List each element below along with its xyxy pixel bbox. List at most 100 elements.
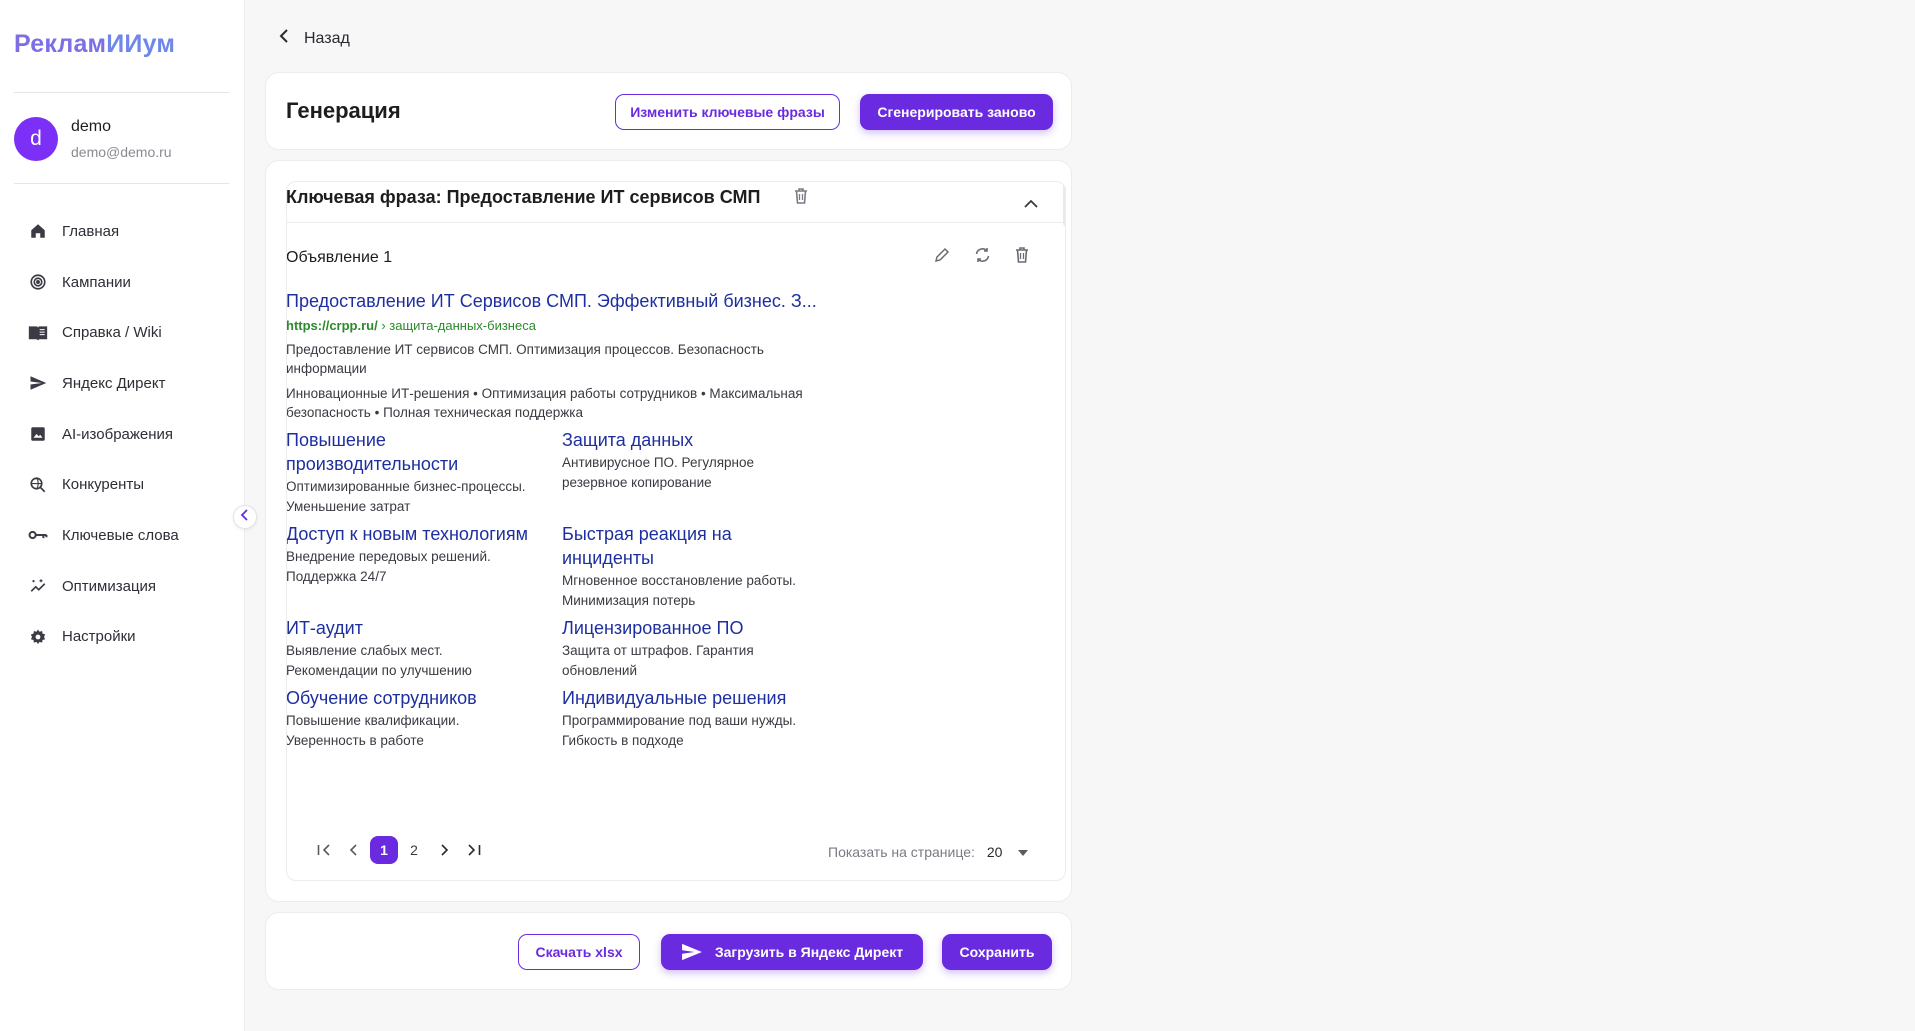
sidebar-item-ai-images[interactable]: AI-изображения (28, 409, 179, 460)
sitelink[interactable]: Индивидуальные решения Программирование … (562, 686, 832, 750)
sitelink[interactable]: Быстрая реакция на инциденты Мгновенное … (562, 522, 832, 610)
ad-text-line: безопасность • Полная техническая поддер… (286, 405, 583, 420)
keyphrase-header[interactable]: Ключевая фраза: Предоставление ИТ сервис… (286, 181, 1066, 223)
upload-label: Загрузить в Яндекс Директ (714, 944, 904, 960)
back-label: Назад (304, 29, 350, 47)
sitelink-desc: резервное копирование (562, 475, 712, 490)
sitelink[interactable]: ИТ-аудит Выявление слабых мест. Рекоменд… (286, 616, 556, 680)
logo-part-a: Реклам (14, 30, 107, 58)
sitelink[interactable]: Защита данных Антивирусное ПО. Регулярно… (562, 428, 832, 492)
app-logo[interactable]: РекламИИум (14, 30, 175, 59)
actions-footer: Скачать xlsx Загрузить в Яндекс Директ С… (265, 912, 1072, 990)
sitelink-desc: Выявление слабых мест. (286, 643, 443, 658)
sitelink[interactable]: Обучение сотрудников Повышение квалифика… (286, 686, 556, 750)
first-page-icon[interactable] (310, 836, 338, 864)
send-icon (681, 943, 703, 961)
ad-extended-text: Инновационные ИТ-решения • Оптимизация р… (286, 384, 834, 422)
edit-keywords-button[interactable]: Изменить ключевые фразы (615, 94, 840, 130)
per-page-select[interactable]: Показать на странице: 20 (828, 843, 1029, 861)
sitelink-desc: Поддержка 24/7 (286, 569, 387, 584)
user-profile[interactable]: d demo demo@demo.ru (14, 117, 172, 161)
generation-header-card: Генерация Изменить ключевые фразы Сгенер… (265, 72, 1072, 150)
sitelink-desc: Программирование под ваши нужды. (562, 713, 797, 728)
sidebar-item-optimization[interactable]: Оптимизация (28, 561, 179, 612)
sidebar-item-campaigns[interactable]: Кампании (28, 257, 179, 308)
ad-url[interactable]: https://crpp.ru/ › защита-данных-бизнеса (286, 318, 536, 333)
per-page-value: 20 (986, 844, 1003, 860)
sitelink-title: Доступ к новым технологиям (286, 524, 528, 544)
regenerate-button[interactable]: Сгенерировать заново (860, 94, 1053, 130)
sparkle-chart-icon (28, 576, 48, 596)
sitelink[interactable]: Доступ к новым технологиям Внедрение пер… (286, 522, 556, 586)
sidebar-item-label: Справка / Wiki (62, 324, 162, 342)
download-xlsx-button[interactable]: Скачать xlsx (518, 934, 640, 970)
sidebar-item-keywords[interactable]: Ключевые слова (28, 510, 179, 561)
home-icon (28, 221, 48, 241)
chevron-up-icon[interactable] (1024, 195, 1038, 213)
sidebar-item-label: AI-изображения (62, 425, 174, 443)
collapse-sidebar-button[interactable] (233, 505, 257, 529)
prev-page-icon[interactable] (340, 836, 368, 864)
user-name: demo (71, 118, 112, 135)
scrollbar-thumb[interactable] (1063, 181, 1066, 227)
ad-text-line: Предоставление ИТ сервисов СМП. Оптимиза… (286, 342, 764, 357)
sidebar-item-settings[interactable]: Настройки (28, 612, 179, 663)
ads-card: Ключевая фраза: Предоставление ИТ сервис… (265, 160, 1072, 902)
sidebar-item-yandex-direct[interactable]: Яндекс Директ (28, 358, 179, 409)
divider (14, 183, 229, 184)
sitelink-title: Защита данных (562, 430, 694, 450)
keyphrase-title: Ключевая фраза: Предоставление ИТ сервис… (286, 187, 761, 207)
logo-part-b: ИИум (106, 30, 176, 58)
sitelink-desc: Мгновенное восстановление работы. (562, 573, 796, 588)
upload-yandex-direct-button[interactable]: Загрузить в Яндекс Директ (661, 934, 923, 970)
user-email: demo@demo.ru (71, 144, 172, 160)
pagination: 1 2 (310, 836, 490, 864)
page-button-2[interactable]: 2 (400, 836, 428, 864)
trash-icon[interactable] (1015, 247, 1029, 268)
chevron-left-icon (240, 508, 250, 526)
sitelink-title: Индивидуальные решения (562, 688, 787, 708)
sitelink-title: Обучение сотрудников (286, 688, 477, 708)
ad-url-domain: https://crpp.ru/ (286, 318, 378, 333)
refresh-icon[interactable] (974, 247, 991, 268)
sidebar-item-competitors[interactable]: Конкуренты (28, 459, 179, 510)
per-page-label: Показать на странице: (828, 844, 975, 860)
save-button[interactable]: Сохранить (942, 934, 1052, 970)
page-button-1[interactable]: 1 (370, 836, 398, 864)
sidebar-item-home[interactable]: Главная (28, 206, 179, 257)
sitelink-desc: Оптимизированные бизнес-процессы. (286, 479, 526, 494)
next-page-icon[interactable] (430, 836, 458, 864)
sitelink-desc: Внедрение передовых решений. (286, 549, 491, 564)
edit-icon[interactable] (934, 247, 950, 268)
trash-icon[interactable] (794, 188, 808, 209)
sitelink-desc: Антивирусное ПО. Регулярное (562, 455, 754, 470)
ad-text-line: информации (286, 361, 367, 376)
sidebar: РекламИИум d demo demo@demo.ru Главная К… (0, 0, 257, 1031)
last-page-icon[interactable] (460, 836, 488, 864)
ad-title[interactable]: Предоставление ИТ Сервисов СМП. Эффектив… (286, 291, 826, 312)
sitelink-desc: обновлений (562, 663, 637, 678)
sitelink-desc: Уверенность в работе (286, 733, 424, 748)
divider (14, 92, 229, 93)
sidebar-item-label: Конкуренты (62, 476, 145, 494)
sidebar-item-label: Ключевые слова (62, 526, 179, 544)
search-globe-icon (28, 475, 48, 495)
ad-label: Объявление 1 (286, 249, 393, 266)
chevron-left-icon (278, 29, 290, 48)
sitelink[interactable]: Лицензированное ПО Защита от штрафов. Га… (562, 616, 832, 680)
sitelink-desc: Уменьшение затрат (286, 499, 411, 514)
sitelink-desc: Рекомендации по улучшению (286, 663, 472, 678)
sitelink[interactable]: Повышение производительности Оптимизиров… (286, 428, 556, 516)
sidebar-item-label: Яндекс Директ (62, 374, 166, 392)
sitelink-title: Быстрая реакция на (562, 524, 732, 544)
ad-text: Предоставление ИТ сервисов СМП. Оптимиза… (286, 340, 834, 378)
target-icon (28, 272, 48, 292)
page-title: Генерация (286, 98, 401, 123)
gear-icon (28, 627, 48, 647)
ad-text-line: Инновационные ИТ-решения • Оптимизация р… (286, 386, 803, 401)
sidebar-item-label: Кампании (62, 273, 131, 291)
sidebar-nav: Главная Кампании Справка / Wiki Яндекс Д… (28, 206, 179, 662)
sitelink-desc: Повышение квалификации. (286, 713, 460, 728)
back-link[interactable]: Назад (278, 29, 350, 48)
sidebar-item-wiki[interactable]: Справка / Wiki (28, 307, 179, 358)
